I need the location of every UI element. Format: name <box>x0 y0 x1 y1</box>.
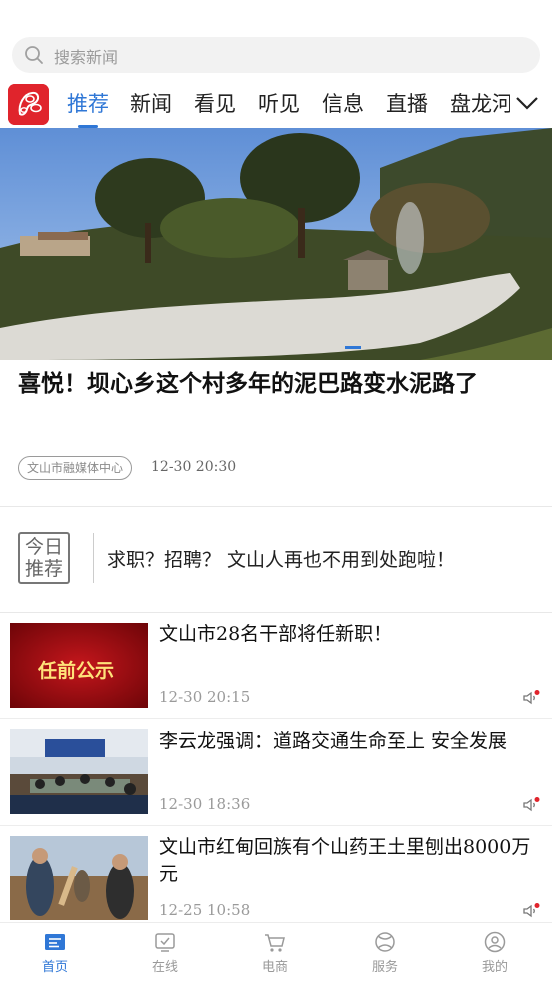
hero-timestamp: 12-30 20:30 <box>151 459 237 475</box>
meeting-photo <box>10 729 148 814</box>
speaker-icon[interactable] <box>522 690 540 706</box>
tab-panlonghe-clip: 盘龙河 <box>450 80 510 125</box>
nav-online-label: 在线 <box>151 960 178 975</box>
speaker-icon[interactable] <box>522 903 540 919</box>
news-title[interactable]: 文山市红甸回族有个山药王土里刨出8000万元 <box>159 834 543 888</box>
tab-panlonghe[interactable]: 盘龙河 <box>450 88 510 118</box>
farm-photo <box>10 836 148 920</box>
today-badge-line2: 推荐 <box>24 558 63 580</box>
news-timestamp: 12-30 20:15 <box>159 688 251 706</box>
hero-banner-image[interactable] <box>0 128 552 360</box>
divider <box>0 718 552 719</box>
news-timestamp: 12-25 10:58 <box>159 901 251 919</box>
nav-ecommerce[interactable]: 电商 <box>220 923 330 984</box>
speaker-icon[interactable] <box>522 797 540 813</box>
divider <box>0 612 552 613</box>
nav-online[interactable]: 在线 <box>110 923 220 984</box>
nav-service[interactable]: 服务 <box>330 923 440 984</box>
nav-profile[interactable]: 我的 <box>440 923 550 984</box>
carousel-indicator <box>345 346 361 349</box>
nav-profile-label: 我的 <box>481 960 508 975</box>
today-recommend-text[interactable]: 求职？招聘？ 文山人再也不用到处跑啦！ <box>107 545 455 572</box>
nav-service-label: 服务 <box>371 960 398 975</box>
search-icon <box>25 46 43 64</box>
source-badge: 文山市融媒体中心 <box>18 456 133 480</box>
nav-home[interactable]: 首页 <box>0 923 110 984</box>
today-recommend-badge: 今日 推荐 <box>18 532 70 584</box>
chevron-down-icon <box>516 97 538 110</box>
search-placeholder: 搜索新闻 <box>54 48 119 67</box>
nav-ecommerce-label: 电商 <box>261 960 288 975</box>
tab-see[interactable]: 看见 <box>194 88 236 118</box>
news-thumbnail[interactable] <box>10 729 148 814</box>
hero-photo <box>0 128 552 360</box>
logo-mark-icon <box>8 84 49 125</box>
today-badge-line1: 今日 <box>24 536 63 558</box>
news-title[interactable]: 文山市28名干部将任新职！ <box>159 621 543 648</box>
service-icon <box>375 932 395 952</box>
cart-icon <box>265 934 285 952</box>
divider <box>0 825 552 826</box>
home-icon <box>45 934 65 950</box>
news-thumbnail[interactable] <box>10 836 148 920</box>
tab-hear[interactable]: 听见 <box>258 88 300 118</box>
thumb-caption: 任前公示 <box>38 660 115 682</box>
tab-live[interactable]: 直播 <box>386 88 428 118</box>
today-divider <box>93 533 94 583</box>
hero-headline[interactable]: 喜悦！坝心乡这个村多年的泥巴路变水泥路了 <box>18 366 534 402</box>
bottom-navigation: 首页 在线 电商 服务 我的 <box>0 922 552 984</box>
news-thumbnail[interactable]: 任前公示 <box>10 623 148 708</box>
profile-icon <box>484 931 506 953</box>
news-timestamp: 12-30 18:36 <box>159 795 251 813</box>
app-logo[interactable] <box>8 84 49 125</box>
news-title[interactable]: 李云龙强调：道路交通生命至上 安全发展 <box>159 728 543 755</box>
tab-news[interactable]: 新闻 <box>130 88 172 118</box>
tab-info[interactable]: 信息 <box>322 88 364 118</box>
more-channels-button[interactable] <box>514 94 540 112</box>
tab-recommend[interactable]: 推荐 <box>67 88 109 118</box>
nav-home-label: 首页 <box>41 960 68 975</box>
divider <box>0 506 552 507</box>
search-bar[interactable]: 搜索新闻 <box>12 37 540 73</box>
online-icon <box>155 933 175 952</box>
